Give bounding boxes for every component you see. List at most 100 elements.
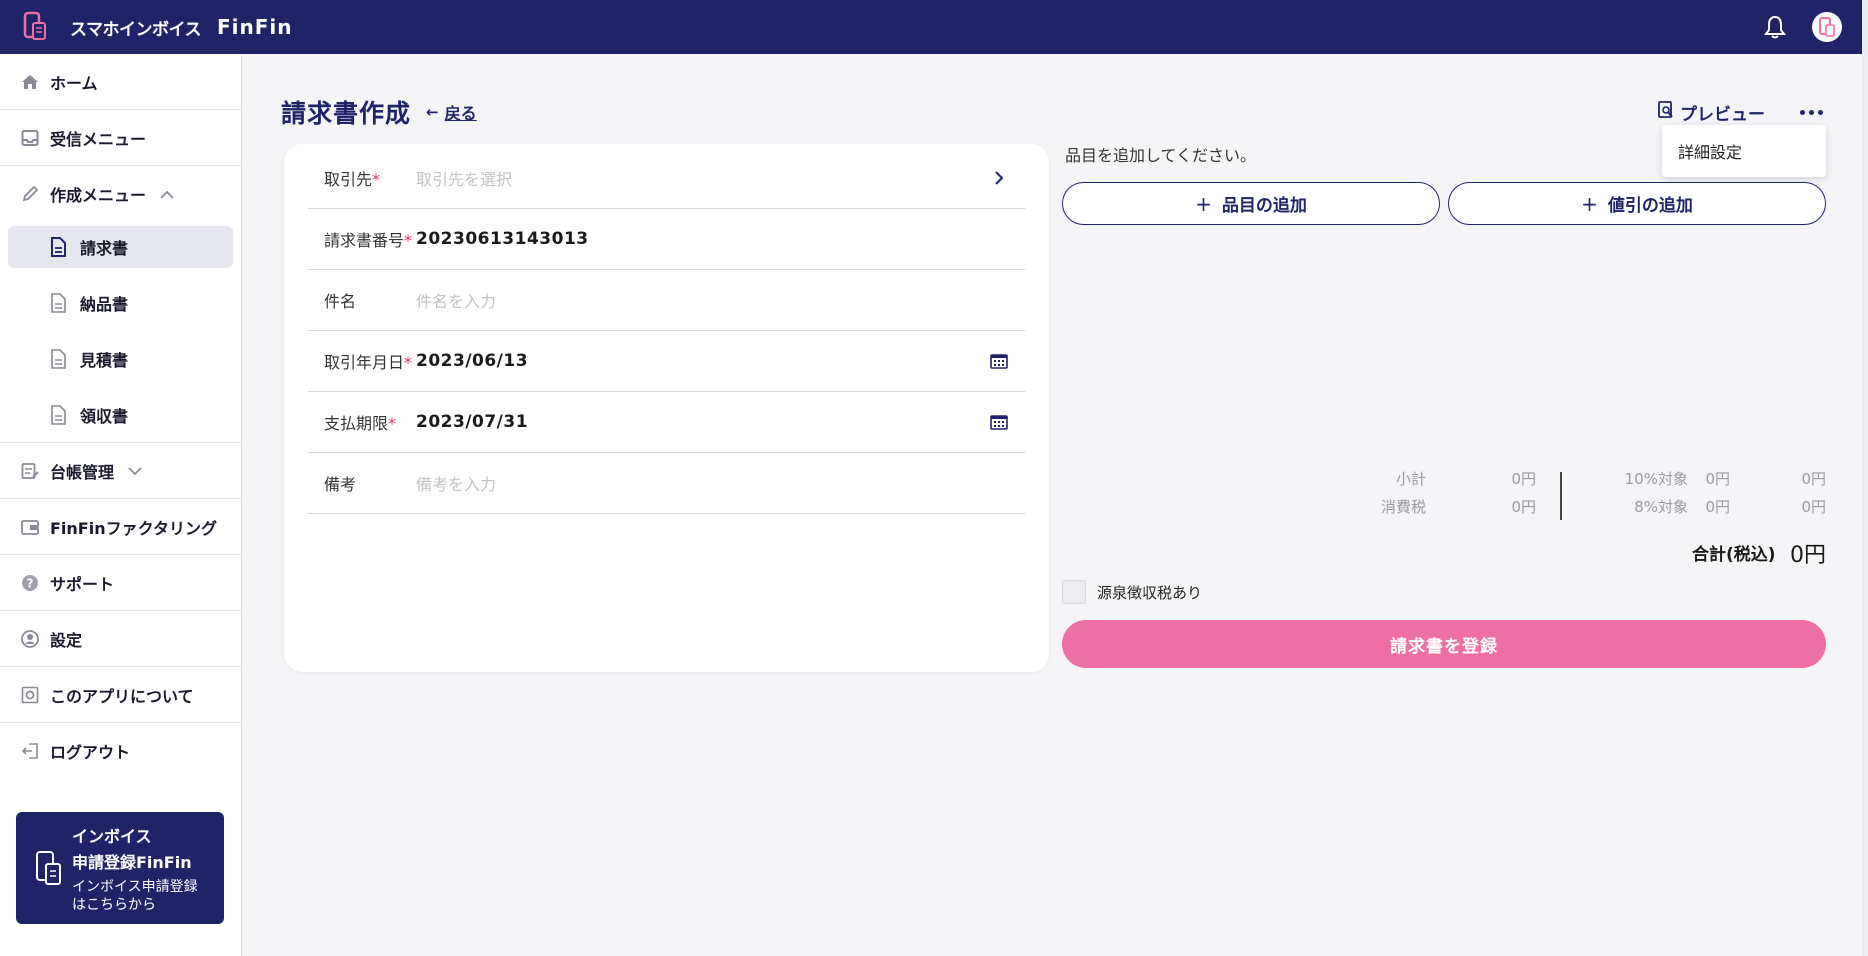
calendar-icon[interactable]	[987, 410, 1011, 434]
withholding-checkbox[interactable]	[1062, 580, 1086, 604]
sidebar-subitem-label: 領収書	[80, 407, 129, 426]
sidebar-subitem-estimate[interactable]: 見積書	[8, 338, 233, 380]
client-label: 取引先*	[324, 170, 381, 189]
document-icon	[50, 293, 68, 313]
pencil-icon	[20, 184, 40, 204]
sidebar-item-label: 受信メニュー	[50, 129, 147, 149]
grand-total-label: 合計(税込)	[1692, 545, 1776, 565]
transaction-date-field[interactable]: 取引年月日* 2023/06/13	[308, 331, 1025, 392]
help-icon: ?	[20, 573, 40, 593]
sidebar-subitem-delivery-note[interactable]: 納品書	[8, 282, 233, 324]
sidebar-item-support[interactable]: ? サポート	[0, 555, 241, 611]
due-date-value: 2023/07/31	[416, 412, 529, 432]
page-scrollbar[interactable]	[1862, 54, 1868, 956]
document-icon	[50, 237, 68, 257]
client-field[interactable]: 取引先* 取引先を選択	[308, 148, 1025, 209]
app-logo[interactable]: スマホインボイス FinFin	[22, 11, 293, 43]
sidebar-item-label: ホーム	[50, 73, 98, 93]
rate8-tax: 0円	[1801, 498, 1826, 516]
add-discount-button[interactable]: + 値引の追加	[1448, 182, 1826, 225]
phone-invoice-logo-icon	[22, 11, 48, 43]
transaction-date-value: 2023/06/13	[416, 351, 529, 371]
sidebar-item-create-menu[interactable]: 作成メニュー	[0, 166, 241, 222]
sidebar-item-logout[interactable]: ログアウト	[0, 723, 241, 779]
rate8-base: 0円	[1705, 498, 1730, 516]
note-placeholder: 備考を入力	[416, 475, 497, 494]
account-avatar[interactable]	[1812, 12, 1842, 42]
bell-icon[interactable]	[1760, 12, 1790, 42]
plus-icon: +	[1581, 191, 1598, 216]
top-header: スマホインボイス FinFin	[0, 0, 1868, 54]
back-label: 戻る	[444, 104, 477, 123]
user-circle-icon	[20, 629, 40, 649]
invoice-form-card: 取引先* 取引先を選択 請求書番号* 20230613143013 件名 件名を…	[284, 144, 1049, 672]
detail-settings-menu-item[interactable]: 詳細設定	[1662, 125, 1826, 177]
app-name: スマホインボイス	[70, 19, 201, 40]
app-brand: FinFin	[216, 15, 293, 39]
sidebar-item-label: FinFinファクタリング	[50, 518, 217, 538]
due-date-field[interactable]: 支払期限* 2023/07/31	[308, 392, 1025, 453]
sidebar: ホーム 受信メニュー 作成メニュー 請求書 納品書 見積書 領収書 台帳管理 F…	[0, 54, 242, 956]
inbox-icon	[20, 128, 40, 148]
sidebar-subitem-invoice[interactable]: 請求書	[8, 226, 233, 268]
gear-icon	[20, 685, 40, 705]
preview-label: プレビュー	[1680, 105, 1765, 125]
create-submenu: 請求書 納品書 見積書 領収書	[0, 222, 241, 443]
sidebar-item-settings[interactable]: 設定	[0, 611, 241, 667]
grand-total-value: 0円	[1790, 543, 1826, 568]
sidebar-item-about[interactable]: このアプリについて	[0, 667, 241, 723]
sidebar-subitem-receipt[interactable]: 領収書	[8, 394, 233, 436]
wallet-icon	[20, 517, 40, 537]
svg-text:?: ?	[27, 576, 34, 590]
add-item-label: 品目の追加	[1221, 196, 1307, 216]
calendar-icon[interactable]	[987, 349, 1011, 373]
rate10-tax: 0円	[1801, 470, 1826, 488]
sidebar-subitem-label: 請求書	[80, 239, 129, 258]
invoice-registration-banner[interactable]: インボイス 申請登録FinFin インボイス申請登録 はこちらから	[16, 812, 224, 924]
chevron-up-icon[interactable]	[160, 185, 174, 204]
more-options-button[interactable]	[1796, 98, 1826, 126]
transaction-date-label: 取引年月日*	[324, 353, 413, 372]
more-dots-icon	[1799, 109, 1823, 115]
sidebar-item-label: このアプリについて	[50, 686, 194, 706]
sidebar-item-factoring[interactable]: FinFinファクタリング	[0, 499, 241, 555]
invoice-number-field[interactable]: 請求書番号* 20230613143013	[308, 209, 1025, 270]
chevron-down-icon[interactable]	[128, 461, 142, 480]
phone-invoice-icon	[34, 850, 64, 888]
rate10-base: 0円	[1705, 470, 1730, 488]
add-item-hint: 品目を追加してください。	[1065, 146, 1257, 165]
invoice-number-value: 20230613143013	[416, 229, 589, 249]
sidebar-item-label: 作成メニュー	[50, 186, 147, 205]
home-icon	[20, 72, 40, 92]
subtotal-label: 小計	[1395, 470, 1426, 488]
sidebar-item-inbox-menu[interactable]: 受信メニュー	[0, 110, 241, 166]
sidebar-subitem-label: 納品書	[80, 295, 129, 314]
tax-label: 消費税	[1380, 498, 1426, 516]
chevron-right-icon[interactable]	[987, 166, 1011, 190]
subject-field[interactable]: 件名 件名を入力	[308, 270, 1025, 331]
sidebar-subitem-label: 見積書	[80, 351, 129, 370]
ledger-icon	[20, 461, 40, 481]
arrow-left-icon: ←	[426, 103, 439, 121]
withholding-label: 源泉徴収税あり	[1097, 584, 1203, 602]
register-invoice-button[interactable]: 請求書を登録	[1062, 620, 1826, 668]
invoice-number-label: 請求書番号*	[324, 231, 413, 250]
note-field[interactable]: 備考 備考を入力	[308, 453, 1025, 514]
add-item-button[interactable]: + 品目の追加	[1062, 182, 1440, 225]
sidebar-item-label: 設定	[50, 630, 83, 650]
document-icon	[50, 349, 68, 369]
back-link[interactable]: ← 戻る	[426, 100, 477, 124]
header-scroll-strip	[1862, 0, 1868, 54]
preview-button[interactable]: プレビュー	[1658, 100, 1765, 125]
totals-divider	[1560, 472, 1562, 520]
due-date-label: 支払期限*	[324, 414, 397, 433]
plus-icon: +	[1195, 191, 1212, 216]
banner-title: インボイス 申請登録FinFin	[72, 827, 192, 872]
client-placeholder: 取引先を選択	[416, 170, 513, 189]
logout-icon	[20, 741, 40, 761]
sidebar-item-label: ログアウト	[50, 743, 131, 762]
sidebar-item-ledger[interactable]: 台帳管理	[0, 443, 241, 499]
sidebar-item-home[interactable]: ホーム	[0, 54, 241, 110]
subject-placeholder: 件名を入力	[416, 292, 497, 311]
banner-subtitle: インボイス申請登録 はこちらから	[72, 879, 198, 913]
